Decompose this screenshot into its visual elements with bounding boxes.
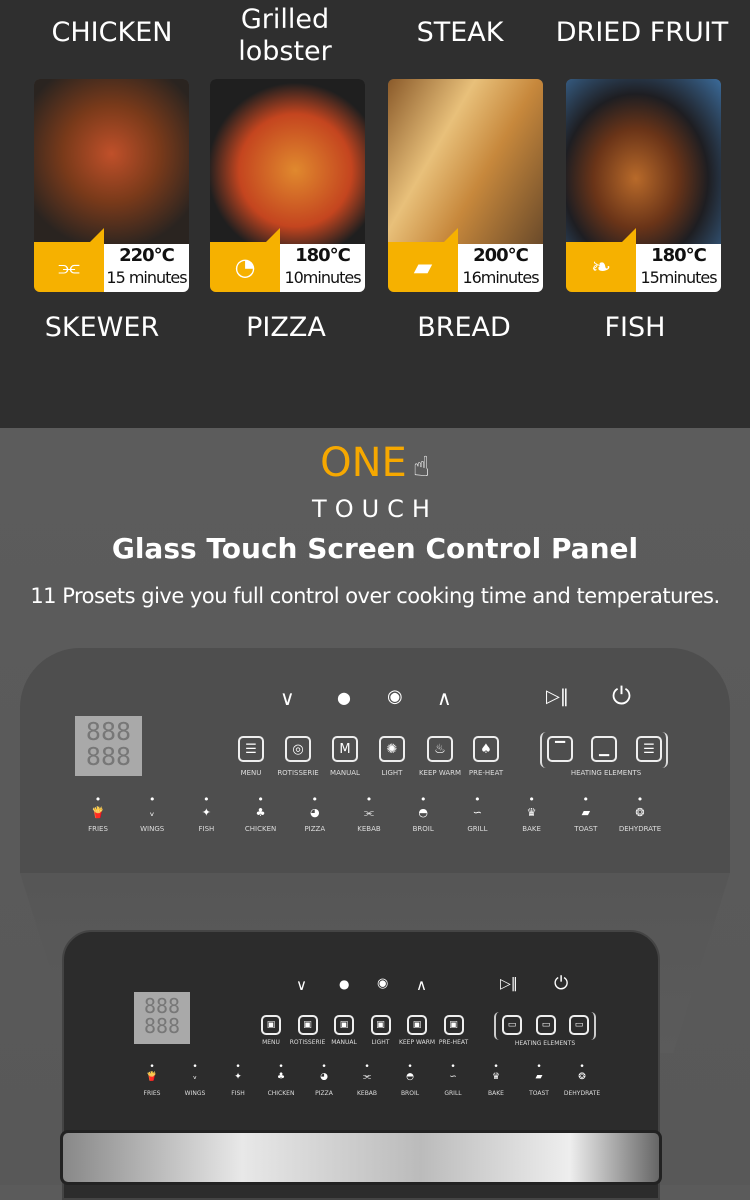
one-heading: ONE ☝ [320,440,430,486]
preset-dehydrate-icon[interactable]: • ❂ [630,793,650,819]
preset-fish-icon[interactable]: • ✦ [228,1062,248,1082]
hand-touch-icon: ☝ [412,450,430,483]
down-icon[interactable]: ∨ [280,686,295,710]
basket-handle[interactable] [60,1130,662,1185]
card-bread: ▰ 200°C 16minutes [388,79,543,292]
heating-top-button[interactable]: ▔ [547,736,573,762]
preset-bake-icon[interactable]: • ♛ [522,793,542,819]
preset-kebab-icon[interactable]: • ⫘ [359,793,379,820]
preset-broil-icon[interactable]: • ◓ [413,793,433,819]
preset-fish-icon[interactable]: • ✦ [196,793,216,819]
label-dried-fruit: DRIED FRUIT [555,17,729,48]
skewer-image [34,79,189,245]
label-fish: FISH [604,312,666,343]
keep-warm-button[interactable]: ♨ [427,736,453,762]
up-icon[interactable]: ∧ [437,686,452,710]
pizza-image [210,79,365,245]
preset-dehydrate-label: DEHYDRATE [618,825,662,833]
page-title: Glass Touch Screen Control Panel [111,532,639,565]
device-lcd: 888 888 [134,992,190,1044]
preset-fries-icon[interactable]: • 🍟 [142,1062,162,1082]
time: 10minutes [284,268,361,287]
device-rotisserie-button[interactable]: ▣ [297,1015,318,1035]
pre-heat-button[interactable]: ♠ [473,736,499,762]
preset-toast-icon[interactable]: • ▰ [576,793,596,819]
control-panel-closeup: 888 888 ∨ ● ◉ ∧ ▷‖ ⏻ ☰ ◎ M ✺ ♨ ♠ MENU ROT… [20,648,730,873]
preset-wings-icon[interactable]: • ᵥ [142,793,162,819]
device-heating-label: HEATING ELEMENTS [514,1040,576,1047]
device-function-label: PRE-HEAT [438,1039,469,1046]
fish-icon: ❧ [566,228,636,292]
light-button[interactable]: ✺ [379,736,405,762]
device-menu-button[interactable]: ▣ [261,1015,281,1035]
time: 16minutes [462,268,539,287]
preset-bake-icon[interactable]: • ♛ [486,1062,506,1082]
device-keep-warm-button[interactable]: ▣ [407,1015,427,1035]
label-grilled-lobster: Grilled lobster [238,4,332,67]
temp: 180°C [651,245,707,266]
pre-heat-label: PRE-HEAT [468,769,504,777]
preset-pizza-icon[interactable]: • ◕ [305,793,325,819]
manual-button[interactable]: M [332,736,358,762]
rotisserie-button[interactable]: ◎ [285,736,311,762]
device-play-pause-icon[interactable]: ▷‖ [500,976,518,992]
play-pause-icon[interactable]: ▷‖ [546,686,569,707]
preset-pizza-icon[interactable]: • ◕ [314,1062,334,1082]
lcd-display: 888 888 [75,716,142,776]
heating-bottom-button[interactable]: ▁ [591,736,617,762]
fish-image [566,79,721,245]
temp: 180°C [295,245,351,266]
preset-dehydrate-label: DEHYDRATE [563,1090,601,1097]
device-down-icon[interactable]: ∨ [296,976,307,994]
label-skewer: SKEWER [44,312,160,343]
card-fish: ❧ 180°C 15minutes [566,79,721,292]
device-manual-button[interactable]: ▣ [334,1015,354,1035]
label-chicken: CHICKEN [51,17,173,48]
device-heating-bracket [494,1012,596,1040]
bread-icon: ▰ [388,228,458,292]
preset-toast-icon[interactable]: • ▰ [529,1062,549,1082]
device-pre-heat-button[interactable]: ▣ [443,1015,464,1035]
card-skewer: ⫘ 220°C 15 minutes [34,79,189,292]
fan-icon[interactable]: ● [337,688,351,707]
preset-broil-icon[interactable]: • ◓ [400,1062,420,1082]
preset-kebab-icon[interactable]: • ⫘ [357,1062,377,1082]
subtitle: 11 Prosets give you full control over co… [30,584,720,608]
menu-button[interactable]: ☰ [238,736,264,762]
touch-heading: TOUCH [312,495,438,523]
device-fan-icon[interactable]: ● [339,977,349,991]
label-steak: STEAK [416,17,504,48]
preset-grill-icon[interactable]: • ∽ [467,793,487,819]
preset-chicken-icon[interactable]: • ♣ [251,793,271,819]
temp: 220°C [119,245,175,266]
device-light-button[interactable]: ▣ [370,1015,391,1035]
heating-elements-label: HEATING ELEMENTS [570,769,642,777]
preset-fries-icon[interactable]: • 🍟 [88,793,108,819]
label-bread: BREAD [417,312,511,343]
bread-image [388,79,543,245]
preset-chicken-icon[interactable]: • ♣ [271,1062,291,1082]
device-power-icon[interactable]: ⏻ [554,973,568,994]
pizza-icon: ◔ [210,228,280,292]
power-icon[interactable]: ⏻ [612,682,631,710]
label-pizza: PIZZA [246,312,326,343]
heating-both-button[interactable]: ☰ [636,736,662,762]
preset-dehydrate-icon[interactable]: • ❂ [572,1062,592,1082]
rotate-icon[interactable]: ◉ [387,686,403,707]
skewer-icon: ⫘ [34,228,104,292]
time: 15 minutes [106,268,187,287]
time: 15minutes [640,268,717,287]
device-up-icon[interactable]: ∧ [416,976,427,994]
card-pizza: ◔ 180°C 10minutes [210,79,365,292]
preset-wings-icon[interactable]: • ᵥ [185,1062,205,1082]
temp: 200°C [473,245,529,266]
preset-grill-icon[interactable]: • ∽ [443,1062,463,1082]
device-rotate-icon[interactable]: ◉ [377,976,388,991]
